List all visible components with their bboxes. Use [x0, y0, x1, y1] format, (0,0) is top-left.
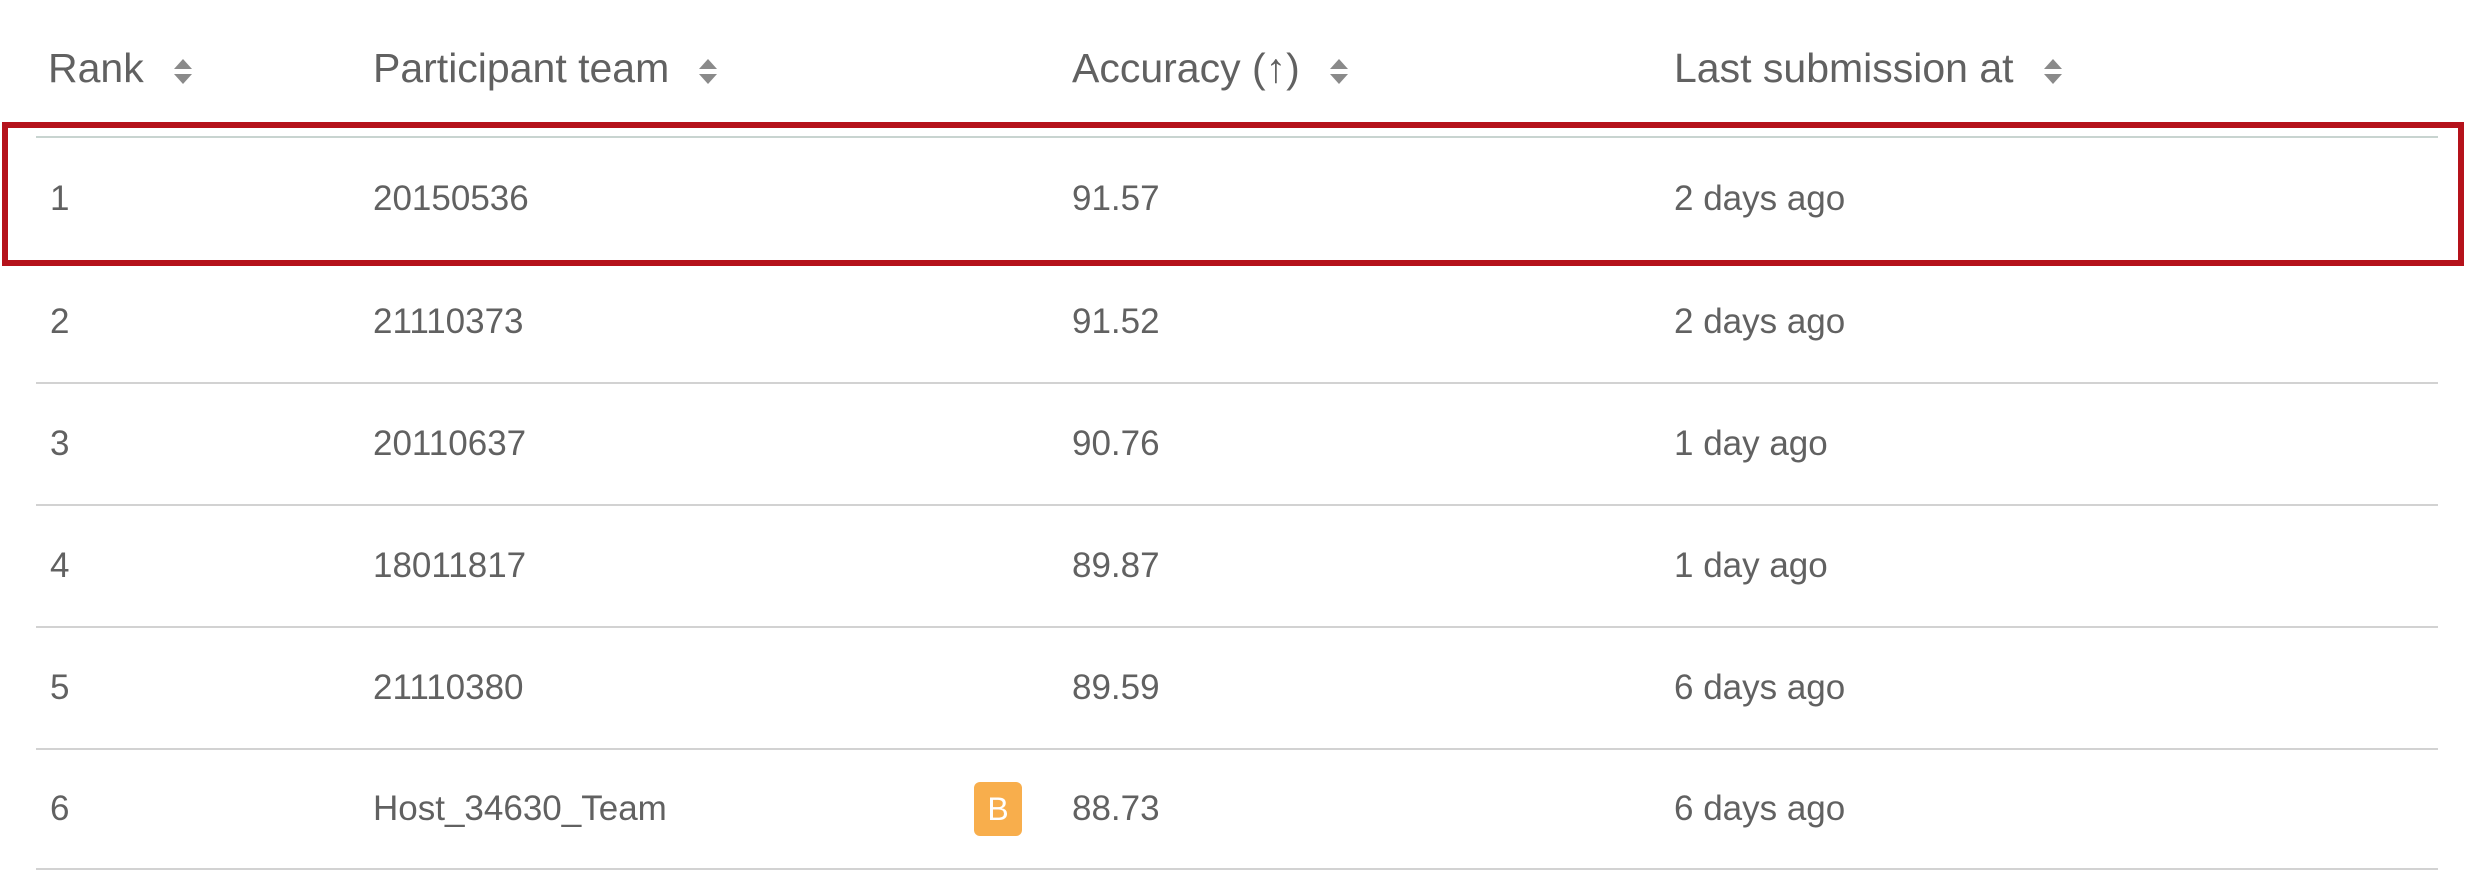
team-cell: 21110373 [373, 302, 524, 341]
sort-updown-icon[interactable] [172, 57, 194, 87]
team-cell: 20110637 [373, 424, 527, 463]
rank-cell: 2 [50, 302, 70, 341]
accuracy-cell: 91.57 [1072, 179, 1160, 218]
team-cell: Host_34630_Team [373, 789, 667, 828]
accuracy-cell: 88.73 [1072, 789, 1160, 828]
accuracy-cell: 89.87 [1072, 546, 1160, 585]
baseline-badge: B [974, 782, 1022, 836]
last-submission-cell: 1 day ago [1674, 546, 1828, 585]
column-header-rank[interactable]: Rank [48, 38, 194, 98]
sort-updown-icon[interactable] [2042, 57, 2064, 87]
rank-cell: 5 [50, 668, 70, 707]
table-row[interactable]: 6 Host_34630_Team B 88.73 6 days ago [36, 748, 2438, 870]
rank-cell: 6 [50, 789, 70, 828]
rank-cell: 1 [50, 179, 70, 218]
rank-cell: 4 [50, 546, 70, 585]
last-submission-cell: 6 days ago [1674, 789, 1846, 828]
sort-updown-icon[interactable] [697, 57, 719, 87]
team-cell: 21110380 [373, 668, 524, 707]
table-body: 1 20150536 91.57 2 days ago 2 21110373 9… [36, 136, 2438, 870]
accuracy-cell: 91.52 [1072, 302, 1160, 341]
sort-updown-icon[interactable] [1328, 57, 1350, 87]
rank-cell: 3 [50, 424, 70, 463]
accuracy-cell: 90.76 [1072, 424, 1160, 463]
column-header-last-submission[interactable]: Last submission at [1674, 38, 2064, 98]
column-label-last-submission: Last submission at [1674, 44, 2014, 91]
table-row[interactable]: 1 20150536 91.57 2 days ago [36, 136, 2438, 260]
table-row[interactable]: 5 21110380 89.59 6 days ago [36, 626, 2438, 748]
last-submission-cell: 1 day ago [1674, 424, 1828, 463]
column-label-accuracy: Accuracy (↑) [1072, 44, 1300, 91]
last-submission-cell: 6 days ago [1674, 668, 1846, 707]
accuracy-cell: 89.59 [1072, 668, 1160, 707]
table-row[interactable]: 3 20110637 90.76 1 day ago [36, 382, 2438, 504]
table-header: Rank Participant team Accuracy (↑) Last … [0, 0, 2470, 136]
team-cell: 18011817 [373, 546, 527, 585]
last-submission-cell: 2 days ago [1674, 302, 1846, 341]
column-header-team[interactable]: Participant team [373, 38, 719, 98]
table-row[interactable]: 2 21110373 91.52 2 days ago [36, 260, 2438, 382]
team-cell: 20150536 [373, 179, 529, 218]
column-header-accuracy[interactable]: Accuracy (↑) [1072, 38, 1350, 98]
column-label-rank: Rank [48, 44, 144, 91]
leaderboard-table: Rank Participant team Accuracy (↑) Last … [0, 0, 2470, 877]
column-label-team: Participant team [373, 44, 670, 91]
table-row[interactable]: 4 18011817 89.87 1 day ago [36, 504, 2438, 626]
last-submission-cell: 2 days ago [1674, 179, 1846, 218]
